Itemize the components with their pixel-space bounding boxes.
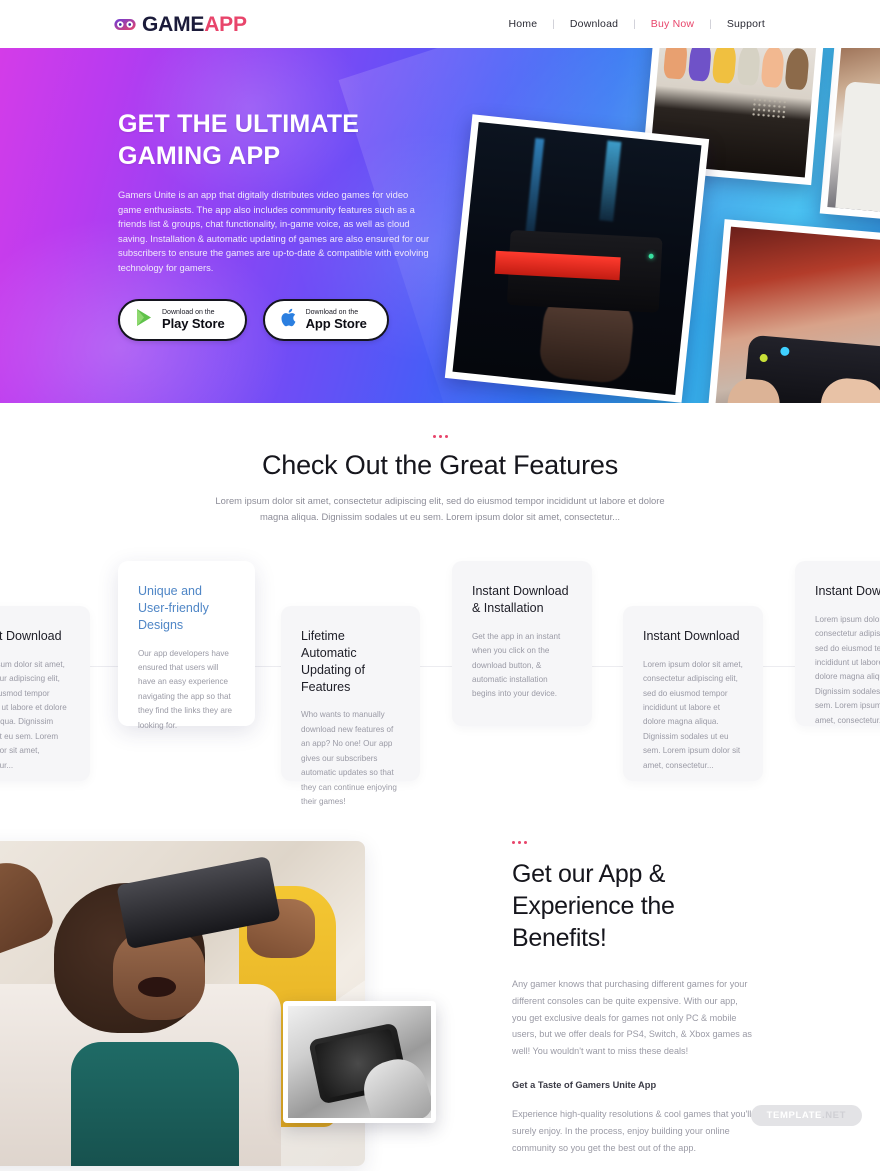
benefits-paragraph-1: Any gamer knows that purchasing differen… [512,978,752,1057]
hero-section: GET THE ULTIMATE GAMING APP Gamers Unite… [0,48,880,403]
app-store-big-label: App Store [305,316,367,332]
watermark-secondary: .NET [821,1110,846,1121]
site-header: GAMEAPP Home | Download | Buy Now | Supp… [0,0,880,48]
logo-text: GAMEAPP [142,14,247,35]
feature-card-body: Lorem ipsum dolor sit amet, consectetur … [0,659,67,770]
benefits-dots-ornament [512,840,752,844]
hero-title-line2: GAMING APP [118,142,281,170]
store-buttons: Download on the Play Store Download on t… [118,299,448,342]
feature-card[interactable]: Instant Download Lorem ipsum dolor sit a… [623,605,763,781]
feature-card[interactable]: Instant Download & Installation Get the … [452,560,592,726]
nav-item-buy-now[interactable]: Buy Now [636,18,709,30]
controller-hands-photo [704,219,880,403]
feature-cards-row: Instant Download Lorem ipsum dolor sit a… [0,551,880,806]
feature-card[interactable]: Instant Download Lorem ipsum dolor sit a… [0,605,90,781]
benefits-section: Get our App & Experience the Benefits! A… [0,840,880,1171]
hero-description: Gamers Unite is an app that digitally di… [118,189,430,273]
logo[interactable]: GAMEAPP [114,14,247,35]
main-nav: Home | Download | Buy Now | Support [493,18,780,30]
features-dots-ornament [0,435,880,438]
nav-item-support[interactable]: Support [712,18,780,30]
app-store-button[interactable]: Download on the App Store [262,299,389,342]
feature-card-title: Instant Download [0,628,62,643]
feature-card-body: Our app developers have ensured that use… [138,648,233,730]
feature-card-title: Instant Download [643,628,740,643]
hero-title-line1: GET THE ULTIMATE [118,110,360,138]
feature-card-body: Get the app in an instant when you click… [472,631,561,699]
benefits-subheading: Get a Taste of Gamers Unite App [512,1080,657,1091]
vr-headset-photo [444,114,710,403]
gamer-player-photo [819,48,880,224]
benefits-title: Get our App & Experience the Benefits! [512,859,675,952]
nav-item-download[interactable]: Download [555,18,633,30]
watermark-primary: TEMPLATE [766,1110,822,1121]
play-store-big-label: Play Store [162,316,225,332]
phone-game-photo [283,1000,436,1123]
feature-card-title: Instant Download [815,583,880,598]
benefits-content: Get our App & Experience the Benefits! A… [512,840,752,1157]
feature-card-body: Lorem ipsum dolor sit amet, consectetur … [643,659,743,770]
features-title: Check Out the Great Features [261,450,619,480]
gamepad-icon [114,17,136,32]
play-store-icon [136,308,153,332]
play-store-button[interactable]: Download on the Play Store [118,299,247,342]
feature-card-body: Lorem ipsum dolor sit amet, consectetur … [815,614,880,725]
features-subtitle: Lorem ipsum dolor sit amet, consectetur … [215,495,665,522]
feature-card-title: Instant Download & Installation [472,583,569,615]
feature-card[interactable]: Lifetime Automatic Updating of Features … [281,605,420,806]
feature-card[interactable]: Instant Download Lorem ipsum dolor sit a… [795,560,880,726]
features-section: Check Out the Great Features Lorem ipsum… [0,403,880,806]
nav-item-home[interactable]: Home [493,18,552,30]
benefits-paragraph-2: Experience high-quality resolutions & co… [512,1109,752,1153]
hero-title: GET THE ULTIMATE GAMING APP [118,108,448,172]
hero-content: GET THE ULTIMATE GAMING APP Gamers Unite… [118,108,448,342]
feature-card-featured[interactable]: Unique and User-friendly Designs Our app… [118,560,255,730]
feature-card-title: Lifetime Automatic Updating of Features [301,628,365,694]
feature-card-title: Unique and User-friendly Designs [138,583,209,632]
feature-card-body: Who wants to manually download new featu… [301,710,397,806]
logo-text-accent: APP [204,12,247,36]
logo-text-primary: GAME [142,12,205,36]
app-store-icon [281,308,297,332]
template-watermark: TEMPLATE.NET [750,1105,862,1126]
